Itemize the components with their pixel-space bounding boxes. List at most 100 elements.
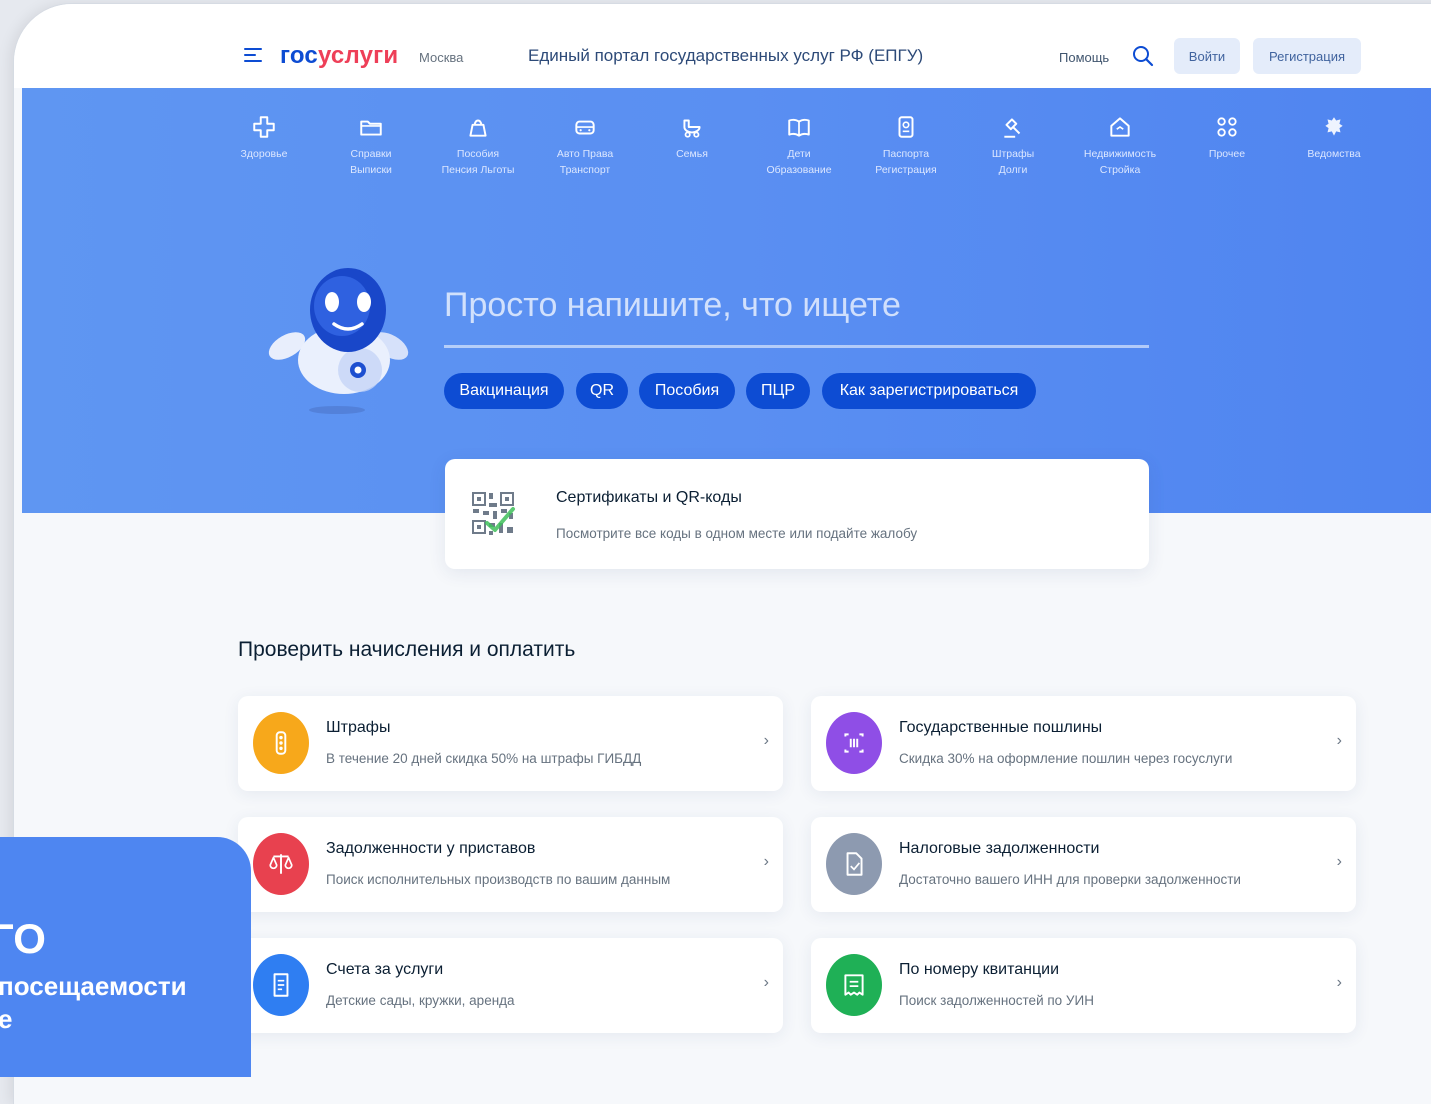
- car-icon: [575, 120, 595, 135]
- category-label-line2: Стройка: [1099, 164, 1141, 176]
- category-4[interactable]: Семья: [637, 114, 747, 162]
- traffic-light-icon: [275, 731, 287, 755]
- hero-banner: Здоровье Справки Выписки Пособия Пенсия Льго…: [22, 88, 1431, 513]
- category-7[interactable]: Штрафы Долги: [958, 114, 1068, 178]
- gavel-icon: [1004, 118, 1021, 138]
- grid-icon: [1217, 117, 1237, 137]
- chip-0[interactable]: Вакцинация: [444, 373, 564, 409]
- payment-card-5[interactable]: По номеру квитанции Поиск задолженностей …: [811, 938, 1356, 1033]
- payment-icon-circle: [253, 712, 309, 774]
- payment-card-2[interactable]: Задолженности у приставов Поиск исполните…: [238, 817, 783, 912]
- chip-4[interactable]: Как зарегистрироваться: [822, 373, 1036, 409]
- qr-certificates-card[interactable]: Сертификаты и QR-коды Посмотрите все код…: [445, 459, 1149, 569]
- logo-part-gos: гос: [280, 42, 318, 69]
- qr-card-subtitle: Посмотрите все коды в одном месте или по…: [556, 526, 918, 541]
- payment-subtitle: Скидка 30% на оформление пошлин через го…: [899, 751, 1233, 766]
- chip-1[interactable]: QR: [576, 373, 628, 409]
- chevron-right-icon: ›: [1336, 853, 1342, 870]
- category-label-line2: Долги: [998, 164, 1028, 176]
- passport-icon: [898, 116, 914, 138]
- category-6[interactable]: Паспорта Регистрация: [851, 114, 961, 178]
- scales-icon: [269, 854, 293, 874]
- chip-3[interactable]: ПЦР: [746, 373, 810, 409]
- search-input[interactable]: Просто напишите, что ищете: [444, 282, 1149, 348]
- category-5[interactable]: Дети Образование: [744, 114, 854, 178]
- payment-title: Государственные пошлины: [899, 719, 1103, 736]
- site-header: госуслуги Москва Единый портал государст…: [14, 4, 1431, 88]
- payment-subtitle: Поиск задолженностей по УИН: [899, 993, 1094, 1008]
- category-label-line1: Штрафы: [991, 148, 1035, 160]
- emblem-icon: [1325, 117, 1343, 136]
- document-icon: [846, 852, 863, 876]
- payment-subtitle: В течение 20 дней скидка 50% на штрафы Г…: [326, 751, 642, 766]
- overlay-badge: ГО посещаемости е: [0, 837, 251, 1077]
- category-label-line1: Пособия: [456, 148, 500, 160]
- payment-icon-circle: [826, 833, 882, 895]
- category-label-line2: Транспорт: [559, 164, 611, 176]
- payment-icon-circle: [253, 954, 309, 1016]
- city-selector[interactable]: Москва: [419, 50, 463, 65]
- payment-subtitle: Достаточно вашего ИНН для проверки задол…: [899, 872, 1241, 887]
- chevron-right-icon: ›: [763, 853, 769, 870]
- folder-icon: [360, 120, 382, 136]
- qr-card-title: Сертификаты и QR-коды: [556, 489, 742, 506]
- category-label-line1: Справки: [350, 148, 392, 160]
- payment-icon-circle: [253, 833, 309, 895]
- robot-assistant-icon[interactable]: [262, 260, 412, 420]
- category-label-line1: Прочее: [1208, 148, 1246, 160]
- category-label-line1: Семья: [676, 148, 708, 160]
- category-3[interactable]: Авто Права Транспорт: [530, 114, 640, 178]
- category-0[interactable]: Здоровье: [209, 114, 319, 162]
- payment-icon-circle: [826, 954, 882, 1016]
- help-link[interactable]: Помощь: [1059, 50, 1109, 65]
- payment-card-3[interactable]: Налоговые задолженности Достаточно вашего…: [811, 817, 1356, 912]
- category-label-line2: Выписки: [350, 164, 392, 176]
- category-label-line2: Образование: [766, 164, 832, 176]
- badge-big-text: ГО: [0, 915, 46, 962]
- payment-subtitle: Детские сады, кружки, аренда: [326, 993, 515, 1008]
- chevron-right-icon: ›: [763, 732, 769, 749]
- category-label-line1: Авто Права: [556, 148, 614, 160]
- bag-icon: [469, 119, 487, 137]
- payment-card-1[interactable]: Государственные пошлины Скидка 30% на офо…: [811, 696, 1356, 791]
- chip-2[interactable]: Пособия: [639, 373, 735, 409]
- plus-icon: [253, 116, 275, 138]
- payment-subtitle: Поиск исполнительных производств по ваши…: [326, 872, 671, 887]
- house-icon: [1110, 117, 1130, 137]
- badge-line-2: е: [0, 1004, 13, 1034]
- category-label-line2: Регистрация: [875, 164, 937, 176]
- badge-line-1: посещаемости: [0, 971, 187, 1001]
- category-label-line1: Здоровье: [240, 148, 288, 160]
- receipt-icon: [844, 733, 864, 753]
- category-label-line1: Ведомства: [1307, 148, 1361, 160]
- login-button[interactable]: Войти: [1174, 38, 1240, 74]
- payment-title: Налоговые задолженности: [899, 840, 1100, 857]
- chevron-right-icon: ›: [763, 974, 769, 991]
- menu-icon[interactable]: [244, 48, 262, 64]
- payment-icon-circle: [826, 712, 882, 774]
- register-button[interactable]: Регистрация: [1253, 38, 1361, 74]
- payment-card-4[interactable]: Счета за услуги Детские сады, кружки, аре…: [238, 938, 783, 1033]
- book-icon: [788, 118, 810, 137]
- stroller-icon: [683, 119, 701, 138]
- payment-title: Счета за услуги: [326, 961, 444, 978]
- payment-card-0[interactable]: Штрафы В течение 20 дней скидка 50% на шт…: [238, 696, 783, 791]
- qr-code-icon: [472, 492, 515, 535]
- category-2[interactable]: Пособия Пенсия Льготы: [423, 114, 533, 178]
- logo-part-uslugi: услуги: [317, 42, 399, 69]
- bill-icon: [273, 973, 289, 997]
- category-9[interactable]: Прочее: [1172, 114, 1282, 162]
- gosuslugi-logo[interactable]: госуслуги: [280, 42, 398, 70]
- category-8[interactable]: Недвижимость Стройка: [1065, 114, 1175, 178]
- category-label-line1: Паспорта: [882, 148, 930, 160]
- payment-title: Штрафы: [326, 719, 391, 736]
- category-1[interactable]: Справки Выписки: [316, 114, 426, 178]
- portal-title: Единый портал государственных услуг РФ (…: [528, 46, 924, 65]
- payment-title: Задолженности у приставов: [326, 840, 536, 857]
- category-label-line1: Дети: [787, 148, 811, 160]
- invoice-icon: [844, 974, 864, 996]
- category-10[interactable]: Ведомства: [1279, 114, 1389, 162]
- chevron-right-icon: ›: [1336, 732, 1342, 749]
- section-title: Проверить начисления и оплатить: [238, 638, 576, 661]
- search-icon[interactable]: [1132, 45, 1154, 67]
